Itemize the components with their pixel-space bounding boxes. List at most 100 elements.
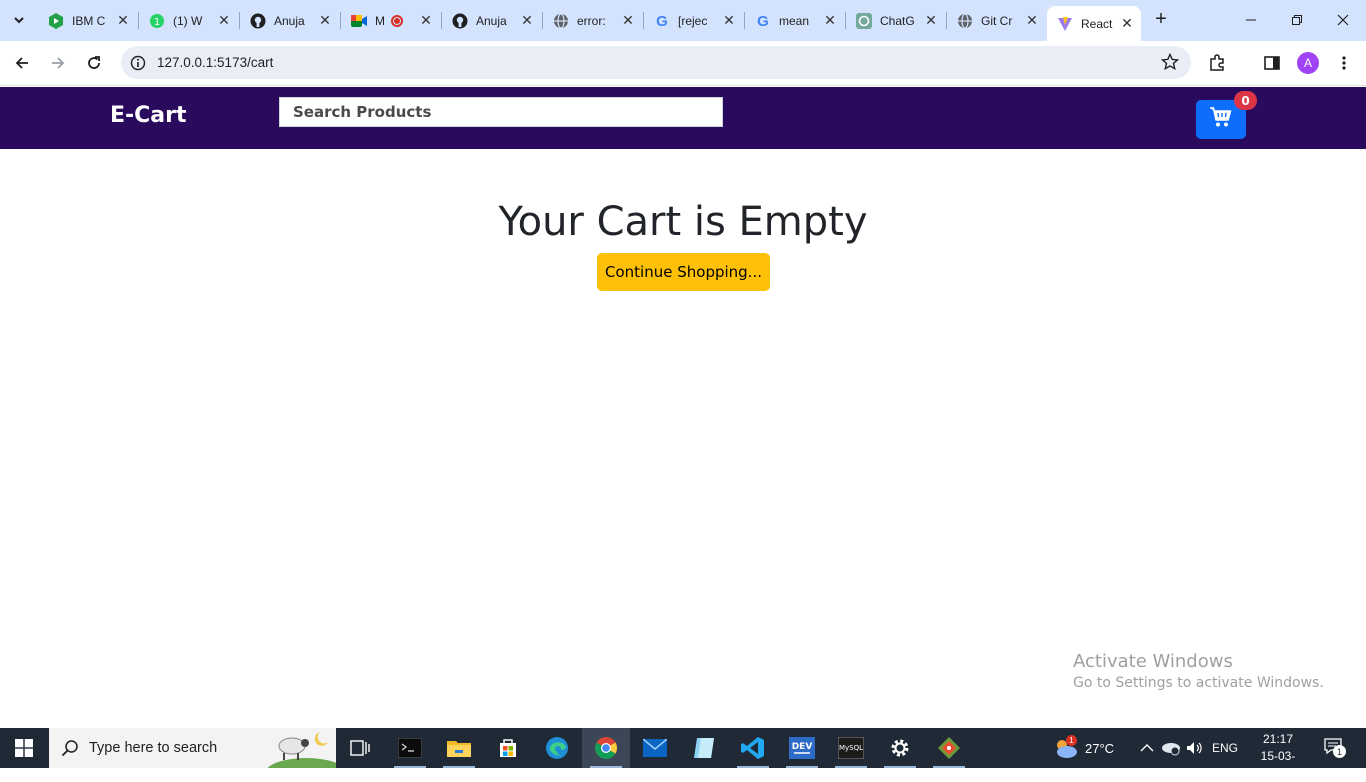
tab-title: Git Cr <box>981 13 1013 28</box>
vscode-icon[interactable] <box>729 728 777 768</box>
browser-tab[interactable]: Anuja ✕ <box>442 8 541 33</box>
tab-search-chevron-icon[interactable] <box>6 7 32 33</box>
google-meet-icon <box>351 13 367 29</box>
search-highlight-illustration <box>256 728 336 768</box>
close-tab-icon[interactable]: ✕ <box>923 12 939 29</box>
notification-center-icon[interactable]: 1 <box>1324 728 1346 768</box>
terminal-icon[interactable] <box>386 728 434 768</box>
activate-windows-watermark: Activate Windows Go to Settings to activ… <box>1073 651 1324 691</box>
close-tab-icon[interactable]: ✕ <box>115 12 131 29</box>
browser-tab[interactable]: 1 (1) W ✕ <box>139 8 238 33</box>
browser-tab[interactable]: Git Cr ✕ <box>947 8 1046 33</box>
address-bar[interactable]: 127.0.0.1:5173/cart <box>121 46 1191 79</box>
browser-tab[interactable]: G [rejec ✕ <box>644 8 743 33</box>
app-navbar: E-Cart <box>0 87 1366 149</box>
side-panel-icon[interactable] <box>1262 53 1282 73</box>
tab-title: Anuja <box>476 13 507 28</box>
task-view-icon[interactable] <box>336 728 384 768</box>
language-indicator[interactable]: ENG <box>1212 728 1238 768</box>
browser-tab[interactable]: ChatG ✕ <box>846 8 945 33</box>
chrome-browser-icon[interactable] <box>582 728 630 768</box>
close-tab-icon[interactable]: ✕ <box>1119 15 1135 32</box>
github-icon <box>250 13 266 29</box>
watermark-subtitle: Go to Settings to activate Windows. <box>1073 675 1324 691</box>
close-tab-icon[interactable]: ✕ <box>822 12 838 29</box>
recording-icon <box>391 14 403 27</box>
onedrive-network-icon[interactable] <box>1161 728 1181 768</box>
tab-title: error: <box>577 13 606 28</box>
clock-date: 15-03-2024 <box>1260 749 1296 780</box>
browser-tab[interactable]: M ✕ <box>341 8 440 33</box>
site-info-icon[interactable] <box>129 54 146 71</box>
tab-title: M <box>375 13 385 28</box>
taskbar-clock[interactable]: 21:17 15-03-2024 <box>1252 731 1304 782</box>
tab-title: React <box>1081 16 1113 31</box>
browser-tab-strip: IBM C ✕ 1 (1) W ✕ Anuja ✕ M ✕ Anuja ✕ er… <box>0 0 1366 41</box>
tab-title: Anuja <box>274 13 305 28</box>
weather-cloud-icon: 1 <box>1053 735 1079 759</box>
close-tab-icon[interactable]: ✕ <box>216 12 232 29</box>
close-tab-icon[interactable]: ✕ <box>317 12 333 29</box>
show-hidden-icons-chevron-icon[interactable] <box>1140 728 1154 768</box>
close-tab-icon[interactable]: ✕ <box>1024 12 1040 29</box>
browser-tab[interactable]: G mean ✕ <box>745 8 844 33</box>
tab-title: [rejec <box>678 13 708 28</box>
minimize-icon[interactable] <box>1228 8 1274 32</box>
svg-text:MySQL: MySQL <box>839 744 863 752</box>
notes-app-icon[interactable] <box>680 728 728 768</box>
dev-app-icon[interactable]: DEV <box>778 728 826 768</box>
brand-logo-text[interactable]: E-Cart <box>110 103 187 128</box>
cart-count-badge: 0 <box>1234 91 1257 110</box>
browser-tab[interactable]: Anuja ✕ <box>240 8 339 33</box>
close-tab-icon[interactable]: ✕ <box>418 12 434 29</box>
forward-arrow-icon[interactable] <box>46 51 70 75</box>
tab-title: ChatG <box>880 13 915 28</box>
tab-title: (1) W <box>173 13 203 28</box>
weather-widget[interactable]: 1 27°C <box>1053 728 1114 768</box>
reload-icon[interactable] <box>82 51 106 75</box>
browser-tab[interactable]: error: ✕ <box>543 8 642 33</box>
volume-speaker-icon[interactable] <box>1186 728 1204 768</box>
mysql-workbench-icon[interactable]: MySQL <box>827 728 875 768</box>
taskbar-search-placeholder: Type here to search <box>89 740 218 756</box>
taskbar-search-box[interactable]: Type here to search <box>49 728 336 768</box>
extensions-puzzle-icon[interactable] <box>1208 53 1228 73</box>
profile-avatar[interactable]: A <box>1297 52 1319 74</box>
file-explorer-icon[interactable] <box>435 728 483 768</box>
browser-tab-active[interactable]: React ✕ <box>1047 6 1141 41</box>
edge-browser-icon[interactable] <box>533 728 581 768</box>
watermark-title: Activate Windows <box>1073 651 1233 672</box>
continue-shopping-button[interactable]: Continue Shopping... <box>597 253 770 291</box>
weather-alert-badge: 1 <box>1066 735 1077 746</box>
svg-text:G: G <box>656 13 668 29</box>
browser-tab[interactable]: IBM C ✕ <box>38 8 137 33</box>
svg-text:1: 1 <box>154 17 160 28</box>
close-tab-icon[interactable]: ✕ <box>519 12 535 29</box>
ibm-icon <box>48 12 64 29</box>
mail-icon[interactable] <box>631 728 679 768</box>
windows-start-icon[interactable] <box>0 728 48 768</box>
vite-icon <box>1057 16 1073 32</box>
search-products-input[interactable] <box>279 97 723 127</box>
search-icon <box>61 739 79 757</box>
windows-taskbar: Type here to search DEV MySQL 1 27°C ENG… <box>0 728 1366 780</box>
close-window-icon[interactable] <box>1320 8 1366 32</box>
settings-gear-icon[interactable] <box>876 728 924 768</box>
close-tab-icon[interactable]: ✕ <box>620 12 636 29</box>
browser-menu-icon[interactable] <box>1334 53 1354 73</box>
clock-time: 21:17 <box>1262 732 1294 746</box>
chatgpt-icon <box>856 12 872 29</box>
shopping-cart-icon <box>1209 106 1233 133</box>
svg-text:G: G <box>757 13 769 29</box>
git-app-icon[interactable] <box>925 728 973 768</box>
restore-icon[interactable] <box>1274 8 1320 32</box>
notification-count-badge: 1 <box>1333 745 1346 758</box>
new-tab-plus-icon[interactable]: + <box>1151 9 1171 30</box>
microsoft-store-icon[interactable] <box>484 728 532 768</box>
empty-cart-heading: Your Cart is Empty <box>498 199 868 245</box>
google-icon: G <box>755 13 771 29</box>
bookmark-star-icon[interactable] <box>1160 52 1180 71</box>
back-arrow-icon[interactable] <box>10 51 34 75</box>
close-tab-icon[interactable]: ✕ <box>721 12 737 29</box>
url-text[interactable]: 127.0.0.1:5173/cart <box>157 55 273 70</box>
